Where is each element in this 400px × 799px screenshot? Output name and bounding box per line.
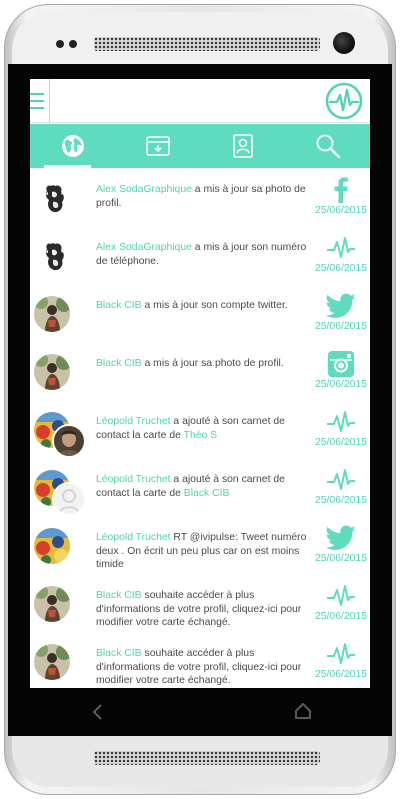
pulse-icon [326, 582, 356, 610]
top-speaker-grille [94, 37, 320, 51]
tab-contacts[interactable] [200, 124, 285, 168]
feed-link[interactable]: Black CIB [184, 488, 230, 499]
tab-bar [30, 124, 370, 168]
feed-message: Alex SodaGraphique a mis à jour son numé… [96, 241, 312, 268]
header-divider [49, 79, 50, 123]
contact-card-icon [232, 134, 253, 158]
menu-icon[interactable] [30, 89, 48, 113]
twitter-icon [326, 292, 356, 320]
home-icon[interactable] [292, 700, 314, 722]
inbox-download-icon [145, 136, 170, 156]
feed-message: Black CIB souhaite accéder à plus d'info… [96, 647, 312, 688]
feed-message: Léopold Truchet a ajouté à son carnet de… [96, 473, 312, 500]
tab-inbox[interactable] [115, 124, 200, 168]
proximity-sensor [56, 40, 64, 48]
feed-user-name[interactable]: Alex SodaGraphique [96, 184, 192, 195]
feed-user-name[interactable]: Alex SodaGraphique [96, 242, 192, 253]
feed-user-name[interactable]: Black CIB [96, 300, 142, 311]
avatar [34, 354, 70, 390]
feed-text: a mis à jour son compte twitter. [141, 300, 288, 311]
feed-item[interactable]: Léopold Truchet a ajouté à son carnet de… [30, 404, 370, 462]
feed-date: 25/06/2015 [314, 669, 367, 680]
pulse-logo-icon[interactable] [324, 81, 364, 121]
feed-user-name[interactable]: Léopold Truchet [96, 474, 171, 485]
feed-message: Black CIB souhaite accéder à plus d'info… [96, 589, 312, 630]
feed-item[interactable]: Léopold Truchet RT @ivipulse: Tweet numé… [30, 520, 370, 578]
feed-date: 25/06/2015 [314, 263, 367, 274]
search-icon [316, 134, 340, 159]
app-screen: Alex SodaGraphique a mis à jour sa photo… [30, 79, 370, 688]
avatar [34, 644, 70, 680]
feed-message: Léopold Truchet RT @ivipulse: Tweet numé… [96, 531, 312, 572]
feed-date: 25/06/2015 [314, 205, 367, 216]
feed-item[interactable]: Black CIB souhaite accéder à plus d'info… [30, 636, 370, 688]
front-camera [333, 32, 355, 54]
system-navigation-bar [8, 688, 392, 736]
feed-user-name[interactable]: Black CIB [96, 358, 142, 369]
facebook-icon [326, 176, 356, 204]
avatar [34, 528, 70, 564]
feed-date: 25/06/2015 [314, 553, 367, 564]
feed-date: 25/06/2015 [314, 321, 367, 332]
avatar [34, 296, 70, 332]
feed-message: Alex SodaGraphique a mis à jour sa photo… [96, 183, 312, 210]
pulse-icon [326, 408, 356, 436]
feed-date: 25/06/2015 [314, 495, 367, 506]
globe-icon [61, 135, 84, 157]
feed-message: Black CIB a mis à jour sa photo de profi… [96, 357, 312, 371]
feed-date: 25/06/2015 [314, 379, 367, 390]
avatar-secondary [52, 424, 86, 458]
back-icon[interactable] [88, 702, 108, 722]
twitter-icon [326, 524, 356, 552]
bottom-speaker-grille [94, 751, 320, 765]
feed-link[interactable]: Théo S [184, 430, 218, 441]
feed-date: 25/06/2015 [314, 437, 367, 448]
feed-user-name[interactable]: Léopold Truchet [96, 532, 171, 543]
feed-message: Black CIB a mis à jour son compte twitte… [96, 299, 312, 313]
feed-item[interactable]: Alex SodaGraphique a mis à jour son numé… [30, 230, 370, 288]
feed-user-name[interactable]: Black CIB [96, 590, 142, 601]
instagram-icon [326, 350, 356, 378]
pulse-icon [326, 640, 356, 668]
avatar [40, 180, 70, 216]
pulse-icon [326, 234, 356, 262]
avatar [40, 238, 70, 274]
tab-globe[interactable] [30, 124, 115, 168]
feed-user-name[interactable]: Black CIB [96, 648, 142, 659]
feed-text: a mis à jour sa photo de profil. [141, 358, 284, 369]
pulse-icon [326, 466, 356, 494]
feed-item[interactable]: Alex SodaGraphique a mis à jour sa photo… [30, 172, 370, 230]
feed-date: 25/06/2015 [314, 611, 367, 622]
feed-item[interactable]: Léopold Truchet a ajouté à son carnet de… [30, 462, 370, 520]
app-header [30, 79, 370, 123]
proximity-sensor [69, 40, 77, 48]
feed-item[interactable]: Black CIB a mis à jour sa photo de profi… [30, 346, 370, 404]
tab-search[interactable] [285, 124, 370, 168]
avatar [34, 586, 70, 622]
avatar-secondary [52, 482, 86, 516]
feed-message: Léopold Truchet a ajouté à son carnet de… [96, 415, 312, 442]
feed-item[interactable]: Black CIB a mis à jour son compte twitte… [30, 288, 370, 346]
feed-item[interactable]: Black CIB souhaite accéder à plus d'info… [30, 578, 370, 636]
feed-user-name[interactable]: Léopold Truchet [96, 416, 171, 427]
